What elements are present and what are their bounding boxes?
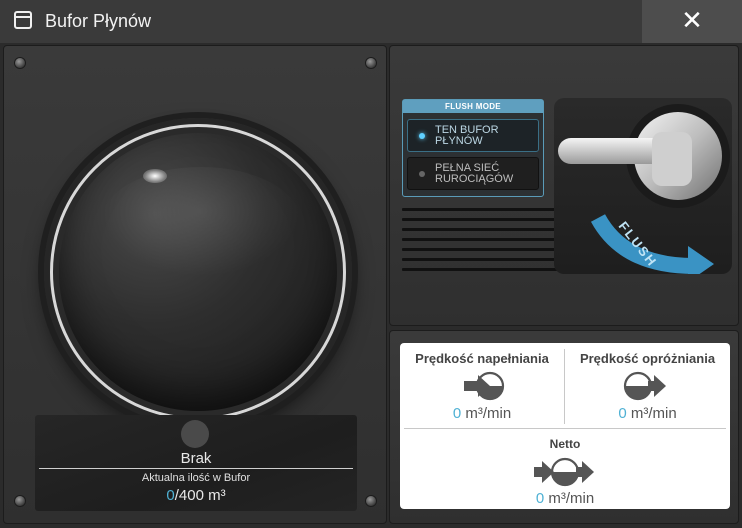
led-on-icon: [419, 133, 425, 139]
flush-option-full-network[interactable]: PEŁNA SIEĆ RUROCIĄGÓW: [407, 157, 539, 190]
vent-grille: [402, 208, 568, 211]
flush-lever-graphic: FLUSH: [558, 104, 730, 282]
screw-icon: [366, 496, 376, 506]
flush-mode-selector: FLUSH MODE TEN BUFOR PŁYNÓW PEŁNA SIEĆ R…: [402, 99, 544, 197]
net-rate-icon: [534, 457, 594, 487]
led-off-icon: [419, 171, 425, 177]
amount-max: /400 m³: [174, 487, 226, 504]
tank-info: Brak Aktualna ilość w Bufor 0/400 m³: [35, 415, 357, 511]
flush-lever[interactable]: FLUSH: [554, 98, 732, 282]
arrow-right-icon: [688, 246, 714, 282]
fill-rate-value: 0 m³/min: [452, 405, 512, 422]
title-bar: Bufor Płynów ✕: [0, 0, 742, 43]
window-icon: [14, 11, 32, 29]
fill-rate-icon: [464, 371, 505, 401]
status-indicator: [181, 420, 209, 448]
flush-panel: FLUSH MODE TEN BUFOR PŁYNÓW PEŁNA SIEĆ R…: [389, 45, 739, 326]
glass-highlight: [143, 169, 167, 183]
tank-panel: Brak Aktualna ilość w Bufor 0/400 m³: [3, 45, 387, 524]
flush-mode-header: FLUSH MODE: [403, 100, 543, 113]
flush-option-label: PEŁNA SIEĆ RUROCIĄGÓW: [435, 162, 514, 185]
tank-glass: [50, 124, 346, 420]
vent-grille: [402, 218, 576, 221]
net-rate-title: Netto: [549, 437, 581, 451]
window-title: Bufor Płynów: [45, 11, 152, 31]
net-rate-value: 0 m³/min: [535, 490, 595, 507]
fill-rate-title: Prędkość napełniania: [415, 351, 549, 366]
amount-label: Aktualna ilość w Bufor: [141, 472, 251, 484]
screw-icon: [366, 58, 376, 68]
screw-icon: [15, 496, 25, 506]
close-icon: ✕: [681, 6, 703, 36]
drain-rate-icon: [623, 371, 666, 401]
amount-value: 0/400 m³: [35, 487, 357, 504]
drain-rate-title: Prędkość opróżniania: [579, 351, 716, 366]
amount-current: 0: [166, 487, 175, 504]
screw-icon: [15, 58, 25, 68]
tank-gauge: [44, 118, 352, 426]
status-label: Brak: [180, 450, 212, 467]
flush-option-this-buffer[interactable]: TEN BUFOR PŁYNÓW: [407, 119, 539, 152]
flush-option-label: TEN BUFOR PŁYNÓW: [435, 124, 499, 147]
rates-card: Prędkość napełniania 0 m³/min Prędkość o…: [400, 343, 730, 509]
close-button[interactable]: ✕: [642, 0, 742, 43]
drain-rate-value: 0 m³/min: [618, 405, 677, 422]
